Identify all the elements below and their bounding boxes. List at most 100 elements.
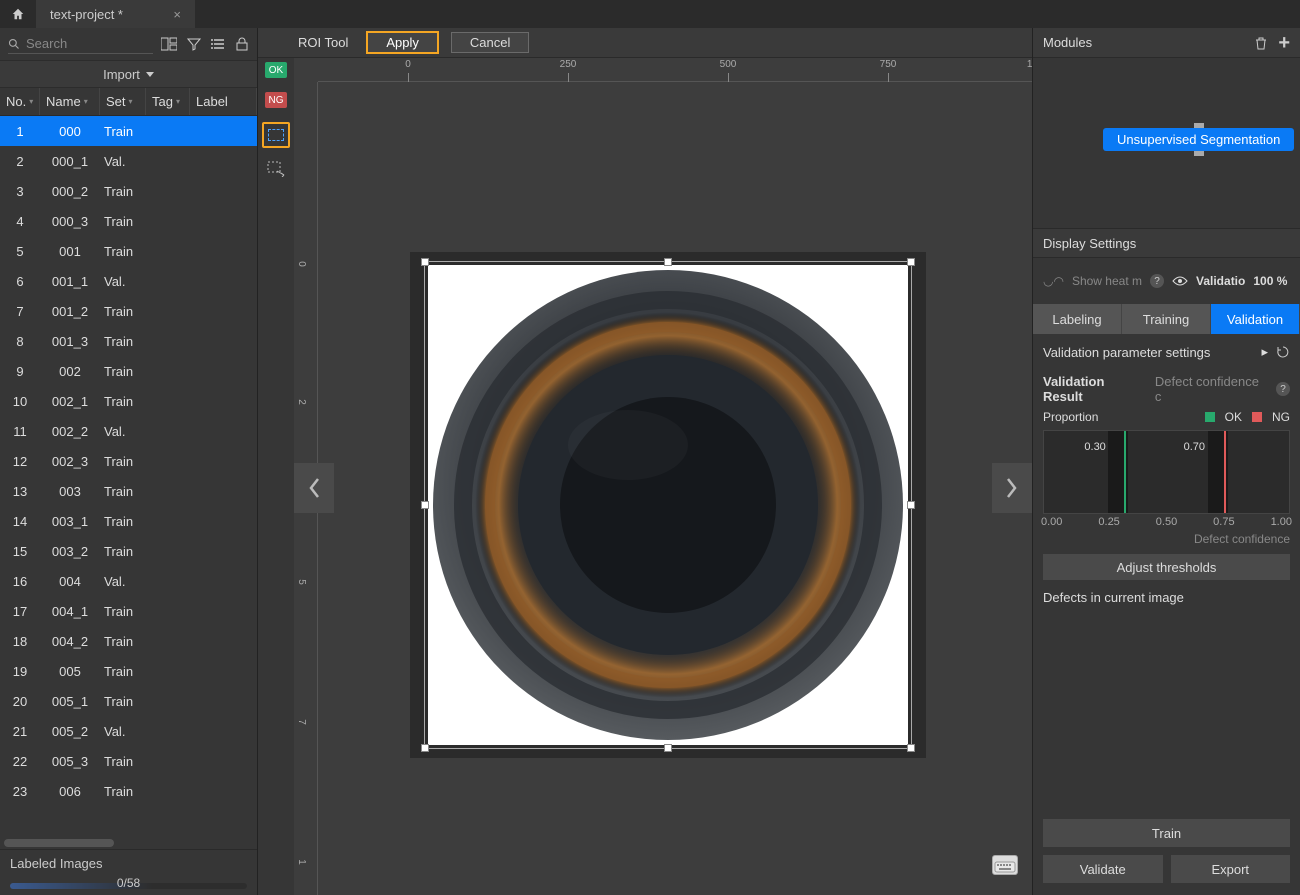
home-icon[interactable] xyxy=(0,0,36,28)
validation-opacity-value: 100 % xyxy=(1253,274,1287,288)
center-area: ROI Tool Apply Cancel OK NG 025050 xyxy=(258,28,1032,895)
apply-button[interactable]: Apply xyxy=(366,31,439,54)
help-icon[interactable]: ? xyxy=(1150,274,1164,288)
col-tag[interactable]: Tag▾ xyxy=(146,88,190,115)
history-icon[interactable] xyxy=(1276,345,1290,359)
table-row[interactable]: 6001_1Val. xyxy=(0,266,257,296)
roi-handle-sw[interactable] xyxy=(421,744,429,752)
roi-handle-se[interactable] xyxy=(907,744,915,752)
mode-tabs: Labeling Training Validation xyxy=(1033,304,1300,334)
display-settings-header[interactable]: Display Settings xyxy=(1033,228,1300,258)
ok-badge[interactable]: OK xyxy=(265,62,287,78)
table-row[interactable]: 18004_2Train xyxy=(0,626,257,656)
legend-ok: OK xyxy=(1225,410,1242,424)
table-row[interactable]: 1000Train xyxy=(0,116,257,146)
search-input[interactable]: Search xyxy=(8,34,153,54)
validation-result-label: Validation Result xyxy=(1043,374,1147,404)
col-set[interactable]: Set▾ xyxy=(100,88,146,115)
col-no[interactable]: No.▾ xyxy=(0,88,40,115)
project-tab[interactable]: text-project * × xyxy=(36,0,196,28)
table-row[interactable]: 2000_1Val. xyxy=(0,146,257,176)
table-row[interactable]: 14003_1Train xyxy=(0,506,257,536)
heat-label: Show heat m xyxy=(1072,274,1142,288)
adjust-thresholds-button[interactable]: Adjust thresholds xyxy=(1043,554,1290,580)
train-button[interactable]: Train xyxy=(1043,819,1290,847)
table-row[interactable]: 5001Train xyxy=(0,236,257,266)
roi-selection[interactable] xyxy=(424,261,912,749)
roi-handle-n[interactable] xyxy=(664,258,672,266)
defect-confidence-axis-label: Defect confidence xyxy=(1033,528,1300,554)
canvas-viewport[interactable]: 02505007501000 02571 xyxy=(294,58,1032,895)
table-row[interactable]: 11002_2Val. xyxy=(0,416,257,446)
title-bar: text-project * × xyxy=(0,0,1300,28)
node-port-out[interactable] xyxy=(1194,151,1204,156)
export-button[interactable]: Export xyxy=(1171,855,1291,883)
table-row[interactable]: 13003Train xyxy=(0,476,257,506)
module-node-unsupervised-segmentation[interactable]: Unsupervised Segmentation xyxy=(1103,128,1294,151)
tab-validation[interactable]: Validation xyxy=(1211,304,1300,334)
close-icon[interactable]: × xyxy=(173,7,181,22)
table-row[interactable]: 17004_1Train xyxy=(0,596,257,626)
keyboard-icon[interactable] xyxy=(992,855,1018,875)
proportion-label: Proportion xyxy=(1043,410,1098,424)
ruler-horizontal: 02505007501000 xyxy=(318,58,1032,82)
col-name[interactable]: Name▾ xyxy=(40,88,100,115)
list-icon[interactable] xyxy=(211,37,225,51)
table-row[interactable]: 3000_2Train xyxy=(0,176,257,206)
table-row[interactable]: 20005_1Train xyxy=(0,686,257,716)
tab-training[interactable]: Training xyxy=(1122,304,1211,334)
table-row[interactable]: 16004Val. xyxy=(0,566,257,596)
heat-toggle-icon[interactable]: ◡◠ xyxy=(1043,274,1064,288)
import-button[interactable]: Import xyxy=(0,60,257,88)
h-scrollbar[interactable] xyxy=(0,837,257,849)
table-header: No.▾ Name▾ Set▾ Tag▾ Label xyxy=(0,88,257,116)
labeled-progress-bar: 0/58 xyxy=(10,883,247,889)
table-row[interactable]: 22005_3Train xyxy=(0,746,257,776)
eye-icon[interactable] xyxy=(1172,275,1188,287)
ng-badge[interactable]: NG xyxy=(265,92,287,108)
next-image-button[interactable] xyxy=(992,463,1032,513)
delete-icon[interactable] xyxy=(1254,36,1268,50)
help-icon[interactable]: ? xyxy=(1276,382,1290,396)
defect-confidence-col: Defect confidence c xyxy=(1155,374,1268,404)
table-row[interactable]: 15003_2Train xyxy=(0,536,257,566)
col-label[interactable]: Label xyxy=(190,88,257,115)
chevron-right-icon[interactable]: ▸ xyxy=(1261,344,1268,360)
table-row[interactable]: 21005_2Val. xyxy=(0,716,257,746)
validate-button[interactable]: Validate xyxy=(1043,855,1163,883)
table-row[interactable]: 19005Train xyxy=(0,656,257,686)
roi-transform-tool[interactable] xyxy=(265,160,287,178)
prev-image-button[interactable] xyxy=(294,463,334,513)
add-module-icon[interactable]: + xyxy=(1278,36,1290,50)
image-table[interactable]: 1000Train2000_1Val.3000_2Train4000_3Trai… xyxy=(0,116,257,837)
modules-header: Modules + xyxy=(1033,28,1300,58)
validation-opacity-label: Validatio xyxy=(1196,274,1245,288)
lock-icon[interactable] xyxy=(235,37,249,51)
roi-rect-tool[interactable] xyxy=(262,122,290,148)
table-row[interactable]: 7001_2Train xyxy=(0,296,257,326)
modules-graph[interactable]: Unsupervised Segmentation xyxy=(1033,58,1300,228)
table-row[interactable]: 23006Train xyxy=(0,776,257,806)
roi-handle-nw[interactable] xyxy=(421,258,429,266)
validation-param-row[interactable]: Validation parameter settings ▸ xyxy=(1033,334,1300,370)
labeled-images-header[interactable]: Labeled Images xyxy=(0,849,257,877)
project-tab-label: text-project * xyxy=(50,7,123,22)
confidence-chart: 0.300.70 xyxy=(1043,430,1290,514)
table-row[interactable]: 12002_3Train xyxy=(0,446,257,476)
roi-handle-e[interactable] xyxy=(907,501,915,509)
roi-handle-ne[interactable] xyxy=(907,258,915,266)
table-row[interactable]: 8001_3Train xyxy=(0,326,257,356)
roi-handle-s[interactable] xyxy=(664,744,672,752)
node-port-in[interactable] xyxy=(1194,123,1204,128)
table-row[interactable]: 10002_1Train xyxy=(0,386,257,416)
filter-icon[interactable] xyxy=(187,37,201,51)
search-icon xyxy=(8,38,20,50)
table-row[interactable]: 9002Train xyxy=(0,356,257,386)
table-row[interactable]: 4000_3Train xyxy=(0,206,257,236)
tab-labeling[interactable]: Labeling xyxy=(1033,304,1122,334)
display-settings-row: ◡◠ Show heat m ? Validatio 100 % xyxy=(1033,258,1300,304)
roi-handle-w[interactable] xyxy=(421,501,429,509)
cancel-button[interactable]: Cancel xyxy=(451,32,529,53)
image-grid-icon[interactable] xyxy=(161,37,177,51)
defects-current-label: Defects in current image xyxy=(1033,580,1300,615)
